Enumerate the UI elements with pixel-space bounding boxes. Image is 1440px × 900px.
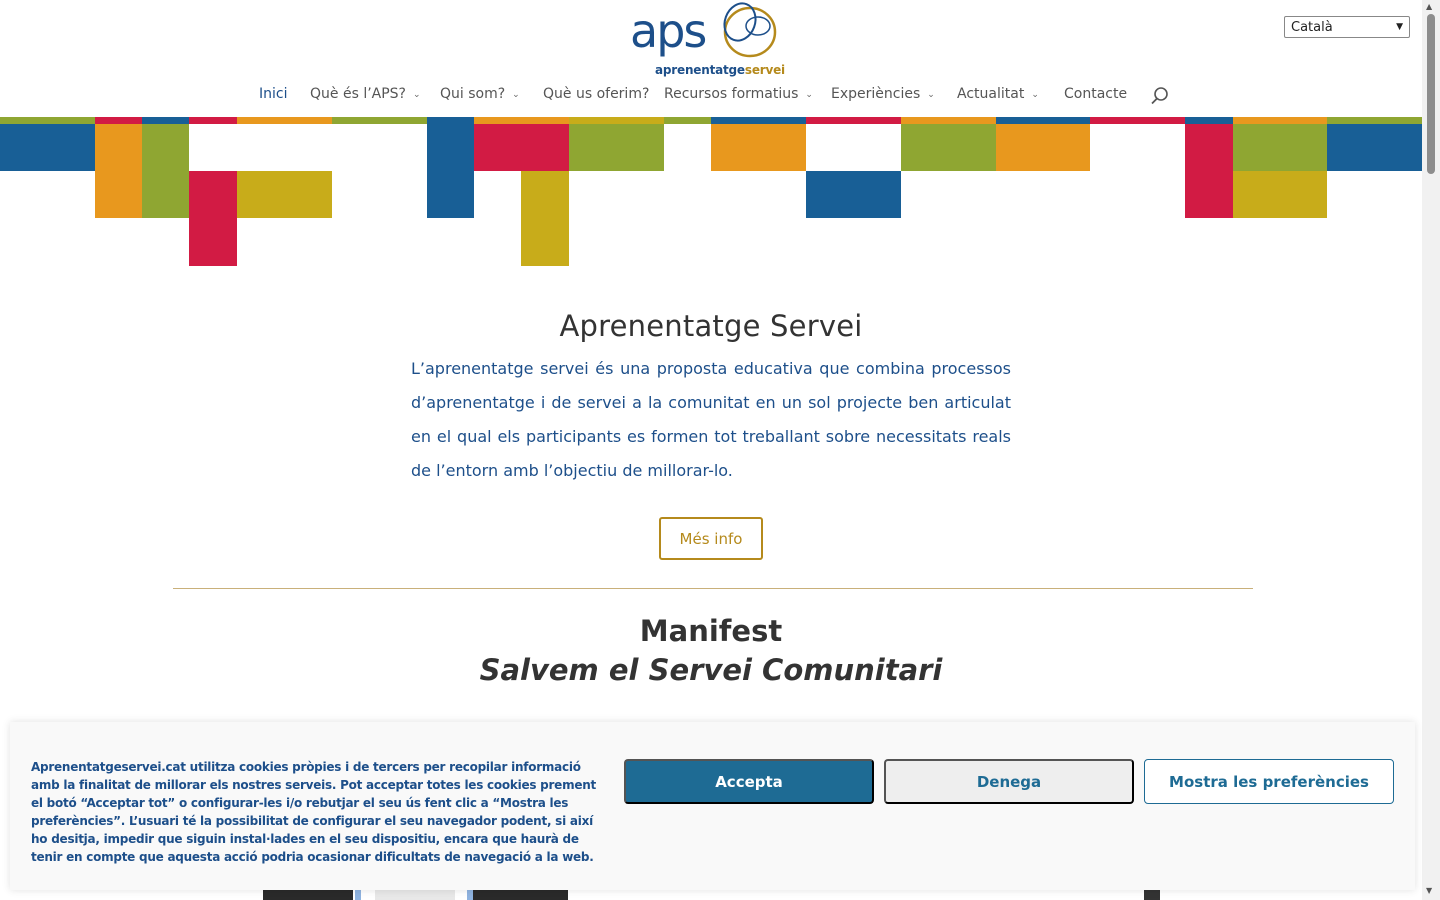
nav-item-experiencies[interactable]: Experiències ⌄ xyxy=(831,86,935,102)
deny-cookies-button[interactable]: Denega xyxy=(884,759,1134,804)
manifest-title: Manifest xyxy=(639,614,783,648)
nav-item-label: Contacte xyxy=(1064,86,1128,102)
section-divider xyxy=(173,588,1253,589)
nav-item-que-es-aps[interactable]: Què és l’APS? ⌄ xyxy=(310,86,421,102)
chevron-down-icon: ⌄ xyxy=(512,90,520,100)
logo-tagline: aprenentatgeservei xyxy=(655,63,785,77)
scroll-up-arrow-icon[interactable]: ▲ xyxy=(1426,2,1432,11)
cookie-consent-banner: Aprenentatgeservei.cat utilitza cookies … xyxy=(10,722,1415,890)
chevron-down-icon: ⌄ xyxy=(927,90,935,100)
accept-cookies-button[interactable]: Accepta xyxy=(624,759,874,804)
nav-item-recursos-formatius[interactable]: Recursos formatius ⌄ xyxy=(664,86,813,102)
scrollbar-thumb[interactable] xyxy=(1427,14,1435,174)
cookie-preferences-button[interactable]: Mostra les preferències xyxy=(1144,759,1394,804)
language-select[interactable]: Català ▼ xyxy=(1284,16,1410,38)
search-icon[interactable] xyxy=(1150,86,1170,106)
chevron-down-icon: ⌄ xyxy=(805,90,813,100)
more-info-button[interactable]: Més info xyxy=(659,517,763,560)
nav-item-label: Inici xyxy=(259,86,288,102)
logo-tagline-primary: aprenentatge xyxy=(655,63,745,77)
site-logo[interactable]: aps aprenentatgeservei xyxy=(628,0,785,80)
main-nav: Inici Què és l’APS? ⌄ Qui som? ⌄ Què us … xyxy=(0,86,1422,106)
chevron-down-icon: ▼ xyxy=(1396,22,1403,32)
language-select-value: Català xyxy=(1291,19,1333,35)
hero-mosaic-banner xyxy=(0,117,1422,267)
nav-item-label: Qui som? xyxy=(440,86,506,102)
manifest-subtitle: Salvem el Servei Comunitari xyxy=(479,653,943,687)
nav-item-label: Què és l’APS? xyxy=(310,86,406,102)
nav-item-inici[interactable]: Inici xyxy=(259,86,287,102)
nav-item-contacte[interactable]: Contacte xyxy=(1064,86,1127,102)
nav-item-que-us-oferim[interactable]: Què us oferim? xyxy=(543,86,649,102)
nav-item-label: Actualitat xyxy=(957,86,1025,102)
nav-item-qui-som[interactable]: Qui som? ⌄ xyxy=(440,86,520,102)
nav-item-actualitat[interactable]: Actualitat ⌄ xyxy=(957,86,1039,102)
logo-wordmark: aps xyxy=(630,4,707,58)
nav-item-label: Experiències xyxy=(831,86,921,102)
logo-tagline-accent: servei xyxy=(744,63,785,77)
intro-paragraph: L’aprenentatge servei és una proposta ed… xyxy=(411,359,1011,480)
scroll-down-arrow-icon[interactable]: ▼ xyxy=(1426,886,1432,895)
cookie-message: Aprenentatgeservei.cat utilitza cookies … xyxy=(31,760,596,864)
chevron-down-icon: ⌄ xyxy=(413,90,421,100)
chevron-down-icon: ⌄ xyxy=(1031,90,1039,100)
page-title: Aprenentatge Servei xyxy=(559,309,863,343)
nav-item-label: Recursos formatius xyxy=(664,86,799,102)
nav-item-label: Què us oferim? xyxy=(543,86,650,102)
